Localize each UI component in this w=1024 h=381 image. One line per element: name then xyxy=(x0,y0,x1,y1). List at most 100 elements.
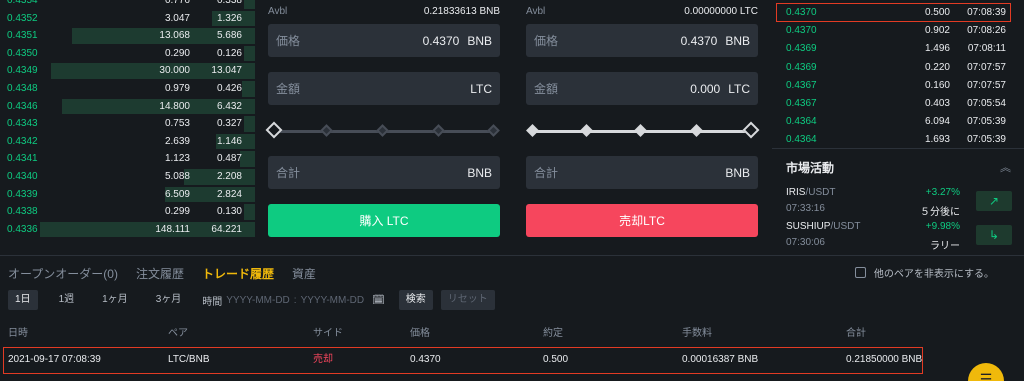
buy-percent-slider[interactable] xyxy=(265,120,500,142)
orderbook: 0.4354 0.776 0.338 0.4352 3.047 1.326 0.4351 13… xyxy=(0,0,255,247)
trade-amount: 1.693 xyxy=(924,134,950,146)
total-unit: BNB xyxy=(725,165,750,180)
sell-total-field[interactable]: 合計 BNB xyxy=(526,156,758,189)
period-1d[interactable]: 1日 xyxy=(8,290,38,310)
orderbook-row[interactable]: 0.4339 6.509 2.824 xyxy=(0,186,255,204)
slider-handle[interactable] xyxy=(742,121,760,139)
collapse-chevron-icon[interactable]: ︽ xyxy=(1000,159,1011,175)
orderbook-amount: 1.123 xyxy=(164,153,190,165)
slider-mark-100[interactable] xyxy=(487,124,500,137)
orderbook-row[interactable]: 0.4349 30.000 13.047 xyxy=(0,62,255,80)
orderbook-price: 0.4346 xyxy=(7,100,38,112)
trade-time: 07:05:54 xyxy=(967,97,1006,109)
sell-amount-field[interactable]: 金額 0.000 LTC xyxy=(526,72,758,105)
market-activity-item[interactable]: IRIS/USDT 07:33:16 +3.27% ５分後に ↗ xyxy=(786,187,1012,219)
slider-mark-75[interactable] xyxy=(432,124,445,137)
trade-amount: 0.220 xyxy=(924,61,950,73)
date-from-input[interactable]: YYYY-MM-DD xyxy=(226,295,290,306)
reset-button[interactable]: リセット xyxy=(440,290,495,310)
date-to-input[interactable]: YYYY-MM-DD xyxy=(301,295,365,306)
trade-amount: 0.160 xyxy=(924,79,950,91)
field-label: 合計 xyxy=(276,166,301,180)
buy-total-field[interactable]: 合計 BNB xyxy=(268,156,500,189)
slider-mark-0[interactable] xyxy=(526,124,539,137)
orderbook-row[interactable]: 0.4351 13.068 5.686 xyxy=(0,27,255,45)
avbl-label: Avbl xyxy=(526,6,546,17)
amount-value[interactable]: 0.000 xyxy=(690,82,720,96)
orderbook-row[interactable]: 0.4338 0.299 0.130 xyxy=(0,203,255,221)
slider-mark-50[interactable] xyxy=(376,124,389,137)
orderbook-price: 0.4342 xyxy=(7,135,38,147)
trade-price: 0.4367 xyxy=(786,97,817,109)
trade-time: 07:08:11 xyxy=(967,43,1006,55)
depth-bar xyxy=(239,151,255,167)
slider-handle[interactable] xyxy=(265,121,283,139)
orderbook-amount: 148.111 xyxy=(155,223,190,235)
slider-mark-25[interactable] xyxy=(320,124,333,137)
orderbook-amount: 0.753 xyxy=(164,118,190,130)
orderbook-total: 64.221 xyxy=(211,223,242,235)
tab-trade-history[interactable]: トレード履歴 xyxy=(202,265,274,282)
trade-row: 0.4364 1.693 07:05:39 xyxy=(772,131,1024,149)
orderbook-price: 0.4349 xyxy=(7,65,38,77)
orderbook-amount: 6.509 xyxy=(164,188,190,200)
field-label: 価格 xyxy=(276,34,301,48)
orderbook-amount: 13.068 xyxy=(159,30,190,42)
period-1m[interactable]: 1ヶ月 xyxy=(95,290,135,310)
buy-ltc-button[interactable]: 購入 LTC xyxy=(268,204,500,237)
hide-pairs-checkbox[interactable] xyxy=(854,267,866,278)
amount-unit: LTC xyxy=(470,81,492,96)
orderbook-amount: 14.800 xyxy=(159,100,190,112)
col-total: 合計 xyxy=(846,328,866,339)
search-button[interactable]: 検索 xyxy=(398,290,433,310)
tab-assets[interactable]: 資産 xyxy=(292,265,316,282)
orderbook-row[interactable]: 0.4340 5.088 2.208 xyxy=(0,168,255,186)
col-price: 価格 xyxy=(410,328,430,339)
orderbook-row[interactable]: 0.4352 3.047 1.326 xyxy=(0,10,255,28)
buy-amount-field[interactable]: 金額 LTC xyxy=(268,72,500,105)
hide-pairs-label: 他のペアを非表示にする。 xyxy=(873,269,994,280)
orderbook-row[interactable]: 0.4342 2.639 1.146 xyxy=(0,133,255,151)
hide-other-pairs[interactable]: 他のペアを非表示にする。 xyxy=(854,265,994,280)
trend-up-icon[interactable]: ↗ xyxy=(976,191,1012,211)
trade-price: 0.4370 xyxy=(786,25,817,37)
orderbook-row[interactable]: 0.4350 0.290 0.126 xyxy=(0,45,255,63)
slider-mark-75[interactable] xyxy=(690,124,703,137)
col-side: サイド xyxy=(313,328,343,339)
orderbook-row[interactable]: 0.4341 1.123 0.487 xyxy=(0,150,255,168)
orderbook-row[interactable]: 0.4343 0.753 0.327 xyxy=(0,115,255,133)
orderbook-price: 0.4343 xyxy=(7,118,38,130)
orderbook-total: 13.047 xyxy=(211,65,242,77)
slider-mark-50[interactable] xyxy=(634,124,647,137)
orderbook-row[interactable]: 0.4346 14.800 6.432 xyxy=(0,98,255,116)
buy-price-field[interactable]: 価格 0.4370 BNB xyxy=(268,24,500,57)
price-value[interactable]: 0.4370 xyxy=(681,34,718,48)
avbl-label: Avbl xyxy=(268,6,288,17)
sell-price-field[interactable]: 価格 0.4370 BNB xyxy=(526,24,758,57)
orderbook-total: 0.487 xyxy=(216,153,242,165)
pair-base: IRIS xyxy=(786,187,806,198)
orderbook-price: 0.4348 xyxy=(7,82,38,94)
market-activity-item[interactable]: SUSHIUP/USDT 07:30:06 +9.98% ラリー ↳ xyxy=(786,221,1012,253)
sell-form: Avbl 0.00000000 LTC 価格 0.4370 BNB 金額 0.0… xyxy=(526,0,760,237)
depth-bar xyxy=(244,116,255,132)
orderbook-row[interactable]: 0.4336 148.111 64.221 xyxy=(0,221,255,239)
price-value[interactable]: 0.4370 xyxy=(423,34,460,48)
calendar-icon[interactable]: 🗓 xyxy=(372,295,385,306)
orderbook-price: 0.4336 xyxy=(7,223,38,235)
sell-percent-slider[interactable] xyxy=(526,120,760,142)
orderbook-row[interactable]: 0.4348 0.979 0.426 xyxy=(0,80,255,98)
orderbook-amount: 5.088 xyxy=(164,170,190,182)
tab-open-orders[interactable]: オープンオーダー(0) xyxy=(8,265,118,282)
trade-row: 0.4369 0.220 07:07:57 xyxy=(772,59,1024,77)
pair-base: SUSHIUP xyxy=(786,221,831,232)
slider-mark-25[interactable] xyxy=(580,124,593,137)
rally-icon[interactable]: ↳ xyxy=(976,225,1012,245)
orderbook-row[interactable]: 0.4354 0.776 0.338 xyxy=(0,0,255,10)
sell-ltc-button[interactable]: 売却LTC xyxy=(526,204,758,237)
depth-bar xyxy=(244,45,255,62)
period-3m[interactable]: 3ヶ月 xyxy=(149,290,189,310)
tab-order-history[interactable]: 注文履歴 xyxy=(136,265,184,282)
trade-price: 0.4367 xyxy=(786,79,817,91)
period-1w[interactable]: 1週 xyxy=(52,290,82,310)
